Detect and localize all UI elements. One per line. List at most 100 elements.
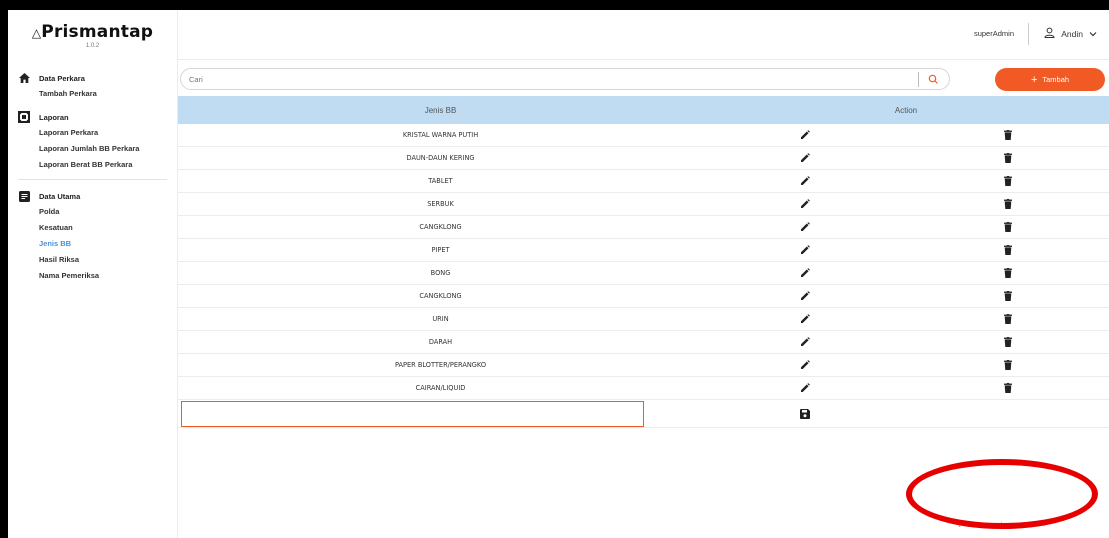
jenis-bb-cell: URIN — [432, 315, 449, 323]
add-button-label: Tambah — [1042, 75, 1070, 84]
table-row: PAPER BLOTTER/PERANGKO — [178, 354, 1109, 377]
edit-icon[interactable] — [799, 290, 811, 302]
sidebar-item-tambah-perkara[interactable]: Tambah Perkara — [8, 86, 177, 102]
jenis-bb-cell: CANGKLONG — [419, 223, 462, 231]
table-row: DARAH — [178, 331, 1109, 354]
delete-icon[interactable] — [1002, 175, 1014, 187]
delete-icon[interactable] — [1002, 152, 1014, 164]
delete-icon[interactable] — [1002, 267, 1014, 279]
pagination-range: 1 – 13 dari 13 — [958, 522, 992, 529]
first-page-icon[interactable]: |‹ — [1001, 522, 1005, 529]
plus-icon: + — [1030, 73, 1038, 86]
home-icon — [18, 73, 30, 83]
edit-icon[interactable] — [799, 313, 811, 325]
data-table: Jenis BB Action KRISTAL WARNA PUTIH DAUN-… — [178, 96, 1109, 428]
report-icon — [18, 111, 30, 123]
table-body: KRISTAL WARNA PUTIH DAUN-DAUN KERING TABLE… — [178, 124, 1109, 400]
search-input[interactable] — [189, 73, 889, 86]
edit-icon[interactable] — [799, 382, 811, 394]
header-divider — [1028, 23, 1029, 45]
jenis-bb-cell: DAUN-DAUN KERING — [406, 154, 475, 162]
top-bar: superAdmin Andin — [178, 10, 1109, 60]
edit-icon[interactable] — [799, 244, 811, 256]
table-row: CANGKLONG — [178, 285, 1109, 308]
sidebar-item-kesatuan[interactable]: Kesatuan — [8, 220, 177, 236]
jenis-bb-cell: KRISTAL WARNA PUTIH — [402, 131, 479, 139]
edit-icon[interactable] — [799, 336, 811, 348]
jenis-bb-cell: BONG — [430, 269, 451, 277]
column-header-action: Action — [894, 105, 918, 115]
sidebar-item-data-perkara[interactable]: Data Perkara — [8, 70, 177, 86]
edit-icon[interactable] — [799, 175, 811, 187]
sidebar-group-data-utama: Data Utama Polda Kesatuan Jenis BB Hasil… — [8, 188, 177, 284]
edit-icon[interactable] — [799, 152, 811, 164]
sidebar-item-hasil-riksa[interactable]: Hasil Riksa — [8, 252, 177, 268]
sidebar-group-label: Laporan — [39, 112, 69, 122]
app-frame: △Prismantap 1.0.2 Data Perkara Tambah Pe… — [8, 10, 1109, 538]
user-icon — [1044, 27, 1055, 40]
save-icon[interactable] — [799, 408, 811, 420]
edit-icon[interactable] — [799, 359, 811, 371]
sidebar-group-label: Data Perkara — [39, 73, 85, 83]
delete-icon[interactable] — [1002, 290, 1014, 302]
sidebar-item-laporan-jumlah-bb[interactable]: Laporan Jumlah BB Perkara — [8, 141, 177, 157]
jenis-bb-cell: PIPET — [431, 246, 450, 254]
document-icon — [18, 190, 30, 202]
table-row: TABLET — [178, 170, 1109, 193]
jenis-bb-cell: SERBUK — [427, 200, 454, 208]
sidebar-item-laporan-perkara[interactable]: Laporan Perkara — [8, 125, 177, 141]
table-row: KRISTAL WARNA PUTIH — [178, 124, 1109, 147]
table-row: BONG — [178, 262, 1109, 285]
sidebar-divider — [18, 179, 167, 180]
column-header-jenis-bb: Jenis BB — [424, 105, 457, 115]
delete-icon[interactable] — [1002, 244, 1014, 256]
delete-icon[interactable] — [1002, 129, 1014, 141]
table-row: CAIRAN/LIQUID — [178, 377, 1109, 400]
new-jenis-bb-input[interactable] — [181, 400, 644, 427]
chevron-down-icon — [1089, 29, 1097, 39]
delete-icon[interactable] — [1002, 359, 1014, 371]
user-menu[interactable]: Andin — [1044, 27, 1097, 40]
add-button[interactable]: + Tambah — [995, 68, 1105, 91]
sidebar-group-data-perkara: Data Perkara Tambah Perkara — [8, 70, 177, 102]
app-name: △Prismantap — [31, 21, 154, 42]
jenis-bb-cell: CAIRAN/LIQUID — [415, 384, 466, 392]
table-row: SERBUK — [178, 193, 1109, 216]
sidebar-item-laporan-berat-bb[interactable]: Laporan Berat BB Perkara — [8, 157, 177, 173]
logo-triangle-icon: △ — [31, 25, 42, 40]
edit-icon[interactable] — [799, 267, 811, 279]
table-header: Jenis BB Action — [178, 96, 1109, 124]
delete-icon[interactable] — [1002, 221, 1014, 233]
delete-icon[interactable] — [1002, 382, 1014, 394]
delete-icon[interactable] — [1002, 336, 1014, 348]
jenis-bb-cell: CANGKLONG — [419, 292, 462, 300]
search-bar — [180, 68, 950, 90]
pagination: 1 – 13 dari 13 |‹ ‹ › — [958, 522, 1045, 529]
user-name: Andin — [1061, 28, 1083, 39]
logo: △Prismantap 1.0.2 — [8, 10, 177, 60]
prev-page-icon[interactable]: ‹ — [1014, 522, 1016, 529]
sidebar-item-polda[interactable]: Polda — [8, 204, 177, 220]
app-version: 1.0.2 — [85, 42, 100, 49]
search-icon[interactable] — [927, 73, 940, 86]
sidebar-item-nama-pemeriksa[interactable]: Nama Pemeriksa — [8, 268, 177, 284]
edit-icon[interactable] — [799, 221, 811, 233]
delete-icon[interactable] — [1002, 313, 1014, 325]
jenis-bb-cell: TABLET — [428, 177, 453, 185]
table-row: URIN — [178, 308, 1109, 331]
search-divider — [918, 72, 919, 87]
edit-icon[interactable] — [799, 198, 811, 210]
sidebar-item-jenis-bb[interactable]: Jenis BB — [8, 236, 177, 252]
jenis-bb-cell: DARAH — [428, 338, 453, 346]
delete-icon[interactable] — [1002, 198, 1014, 210]
sidebar-group-laporan: Laporan Laporan Perkara Laporan Jumlah B… — [8, 109, 177, 173]
table-row: PIPET — [178, 239, 1109, 262]
sidebar-item-data-utama[interactable]: Data Utama — [8, 188, 177, 204]
edit-icon[interactable] — [799, 129, 811, 141]
jenis-bb-cell: PAPER BLOTTER/PERANGKO — [394, 361, 487, 369]
new-row — [178, 400, 1109, 428]
next-page-icon[interactable]: › — [1043, 522, 1045, 529]
table-row: DAUN-DAUN KERING — [178, 147, 1109, 170]
sidebar-group-label: Data Utama — [39, 191, 81, 201]
sidebar-item-laporan[interactable]: Laporan — [8, 109, 177, 125]
